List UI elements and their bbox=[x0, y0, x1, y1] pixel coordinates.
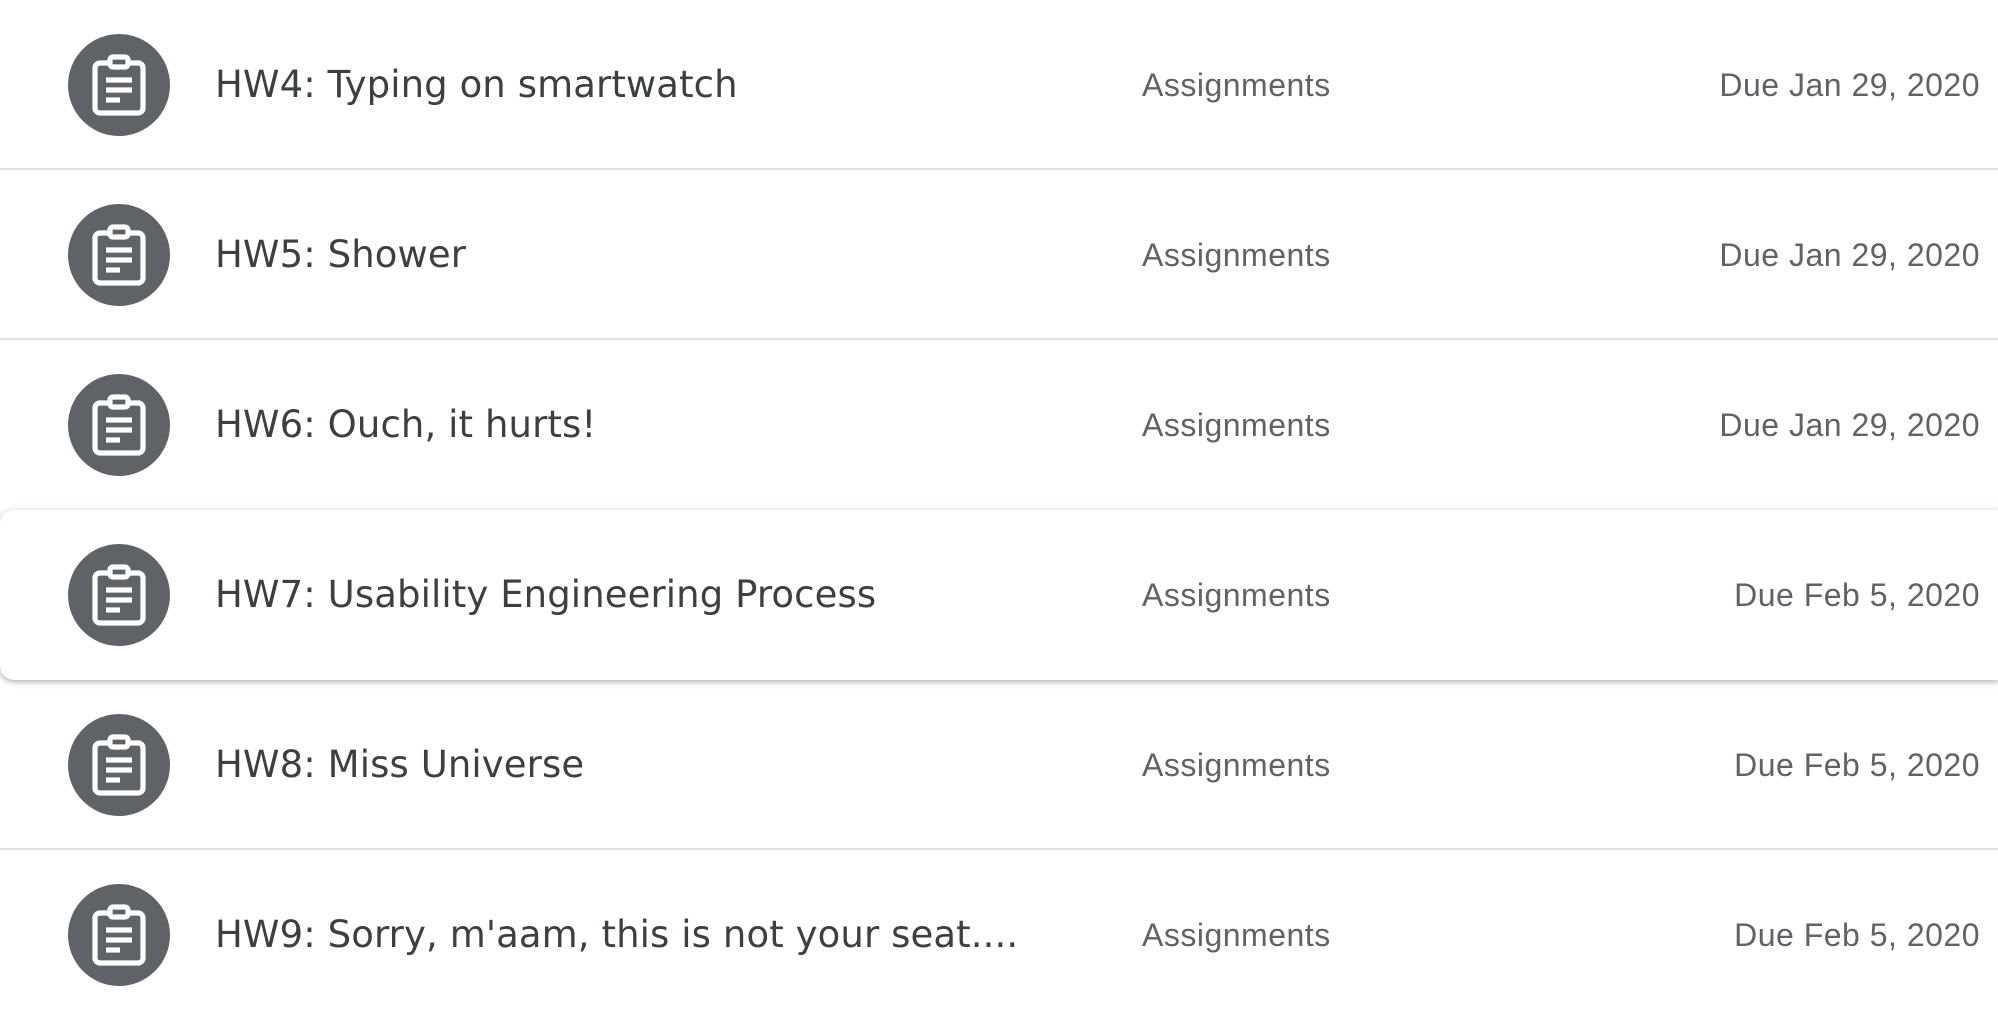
assignment-due-date: Due Feb 5, 2020 bbox=[1734, 577, 1980, 613]
assignment-row[interactable]: HW6: Ouch, it hurts! Assignments Due Jan… bbox=[0, 340, 1998, 510]
assignment-due-date: Due Feb 5, 2020 bbox=[1734, 747, 1980, 783]
assignment-title[interactable]: HW9: Sorry, m'aam, this is not your seat… bbox=[215, 850, 1018, 1012]
assignment-topic: Assignments bbox=[1142, 237, 1331, 273]
assignment-topic: Assignments bbox=[1142, 67, 1331, 103]
assignment-row[interactable]: HW5: Shower Assignments Due Jan 29, 2020 bbox=[0, 170, 1998, 340]
assignment-row[interactable]: HW9: Sorry, m'aam, this is not your seat… bbox=[0, 850, 1998, 1012]
assignment-topic: Assignments bbox=[1142, 747, 1331, 783]
assignment-topic: Assignments bbox=[1142, 407, 1331, 443]
assignment-row[interactable]: HW4: Typing on smartwatch Assignments Du… bbox=[0, 0, 1998, 170]
assignment-due-date: Due Jan 29, 2020 bbox=[1719, 67, 1980, 103]
assignment-title[interactable]: HW6: Ouch, it hurts! bbox=[215, 340, 596, 510]
assignment-title[interactable]: HW5: Shower bbox=[215, 170, 466, 340]
assignment-icon bbox=[68, 34, 170, 136]
assignment-topic: Assignments bbox=[1142, 577, 1331, 613]
assignment-title[interactable]: HW8: Miss Universe bbox=[215, 680, 584, 850]
classwork-assignment-list: HW4: Typing on smartwatch Assignments Du… bbox=[0, 0, 1998, 1012]
assignment-icon bbox=[68, 544, 170, 646]
assignment-topic: Assignments bbox=[1142, 917, 1331, 953]
assignment-due-date: Due Jan 29, 2020 bbox=[1719, 237, 1980, 273]
assignment-icon bbox=[68, 204, 170, 306]
assignment-due-date: Due Feb 5, 2020 bbox=[1734, 917, 1980, 953]
assignment-row-hovered[interactable]: HW7: Usability Engineering Process Assig… bbox=[0, 510, 1998, 680]
assignment-row[interactable]: HW8: Miss Universe Assignments Due Feb 5… bbox=[0, 680, 1998, 850]
assignment-title[interactable]: HW7: Usability Engineering Process bbox=[215, 510, 876, 680]
assignment-icon bbox=[68, 714, 170, 816]
assignment-title[interactable]: HW4: Typing on smartwatch bbox=[215, 0, 738, 170]
assignment-icon bbox=[68, 374, 170, 476]
assignment-icon bbox=[68, 884, 170, 986]
assignment-due-date: Due Jan 29, 2020 bbox=[1719, 407, 1980, 443]
